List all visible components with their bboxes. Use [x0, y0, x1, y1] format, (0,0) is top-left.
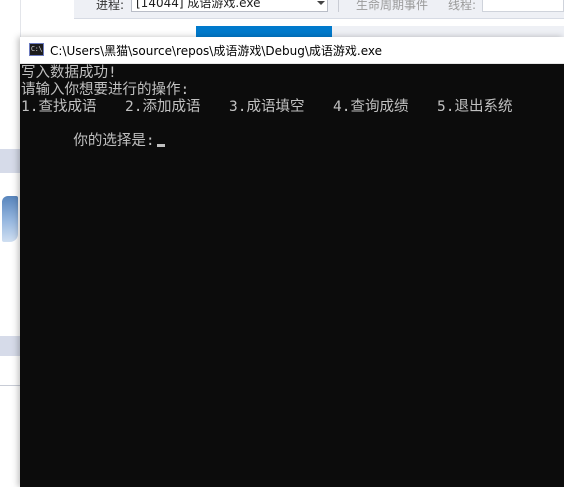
- choice-input-line[interactable]: 你的选择是:: [21, 116, 165, 149]
- process-label: 进程:: [96, 0, 125, 12]
- process-dropdown-value: [14044] 成语游戏.exe: [136, 0, 261, 10]
- menu-option-add-idiom: 2.添加成语: [125, 99, 201, 115]
- panel-selected-row[interactable]: [0, 149, 20, 173]
- choice-prompt: 你的选择是:: [73, 133, 155, 149]
- text-cursor: [156, 144, 165, 147]
- panel-divider: [0, 385, 20, 386]
- solution-explorer-panel: [0, 0, 21, 487]
- menu-option-fill-idiom: 3.成语填空: [229, 99, 305, 115]
- menu-option-query-score: 4.查询成绩: [333, 99, 409, 115]
- console-window[interactable]: C:\ C:\Users\黑猫\source\repos\成语游戏\Debug\…: [20, 37, 564, 487]
- console-app-icon: C:\: [29, 43, 44, 56]
- console-window-title: C:\Users\黑猫\source\repos\成语游戏\Debug\成语游戏…: [50, 44, 383, 58]
- process-dropdown[interactable]: [14044] 成语游戏.exe: [131, 0, 328, 12]
- toolbar-separator: [338, 0, 339, 12]
- menu-option-find-idiom: 1.查找成语: [21, 99, 97, 115]
- chevron-down-icon: [317, 1, 325, 5]
- panel-selected-row[interactable]: [0, 336, 20, 356]
- menu-options-line: 1.查找成语 2.添加成语 3.成语填空 4.查询成绩 5.退出系统: [21, 99, 512, 116]
- write-success-message: 写入数据成功!: [21, 65, 117, 81]
- console-output[interactable]: 写入数据成功! 请输入你想要进行的操作: 1.查找成语 2.添加成语 3.成语填…: [20, 64, 564, 487]
- visual-studio-logo-icon: [2, 196, 18, 242]
- thread-dropdown[interactable]: [482, 0, 564, 12]
- thread-label: 线程:: [448, 0, 477, 12]
- menu-option-exit-system: 5.退出系统: [437, 99, 513, 115]
- operation-prompt: 请输入你想要进行的操作:: [21, 82, 190, 98]
- lifecycle-events-button[interactable]: 生命周期事件: [356, 0, 428, 13]
- console-title-bar[interactable]: C:\ C:\Users\黑猫\source\repos\成语游戏\Debug\…: [20, 37, 564, 64]
